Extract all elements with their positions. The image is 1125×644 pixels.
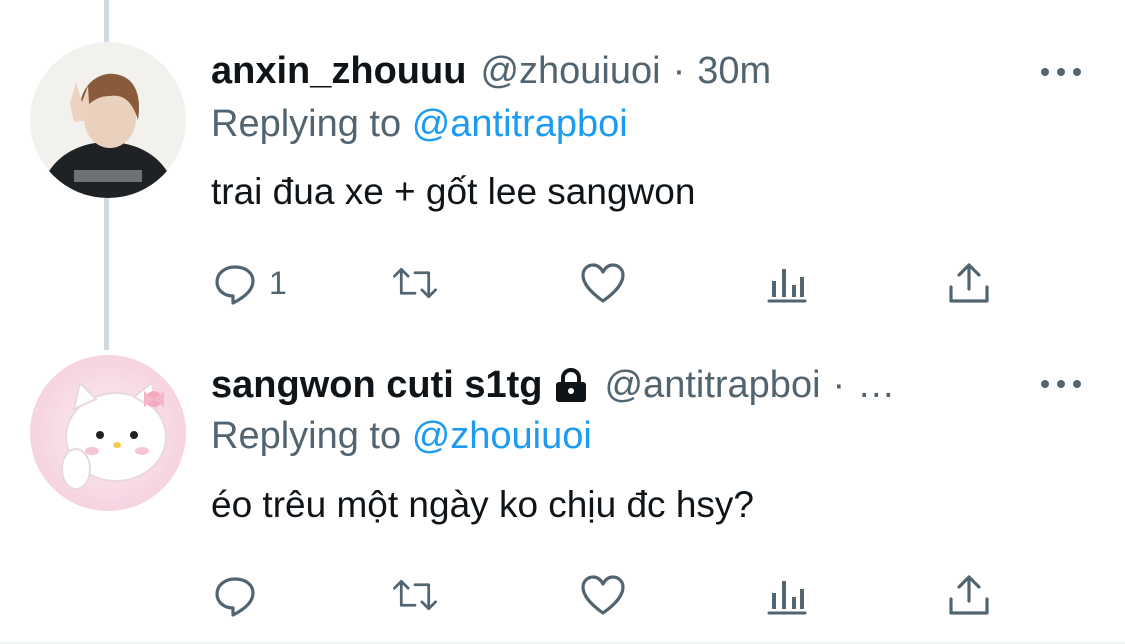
replying-mention[interactable]: @antitrapboi bbox=[412, 103, 628, 145]
analytics-icon bbox=[767, 581, 807, 615]
lock-icon bbox=[552, 367, 590, 405]
tweet-actions bbox=[211, 570, 1011, 620]
tweet-header: sangwon cuti s1tg @antitrapboi · … bbox=[211, 364, 985, 407]
replying-mention[interactable]: @zhouiuoi bbox=[412, 415, 592, 457]
retweet-button[interactable] bbox=[391, 258, 439, 308]
timestamp[interactable]: … bbox=[857, 364, 895, 407]
replying-label: Replying to bbox=[211, 415, 402, 457]
user-handle[interactable]: @antitrapboi bbox=[604, 364, 820, 407]
person-photo-avatar-icon bbox=[30, 42, 186, 198]
more-options-button[interactable] bbox=[1041, 66, 1081, 78]
replying-to-line: Replying to @antitrapboi bbox=[211, 103, 628, 146]
hello-kitty-avatar-icon bbox=[30, 355, 186, 511]
display-name[interactable]: anxin_zhouuu bbox=[211, 50, 466, 93]
replying-label: Replying to bbox=[211, 103, 402, 145]
reply-button[interactable]: 1 bbox=[211, 258, 287, 308]
like-button[interactable] bbox=[579, 570, 627, 620]
tweet-header: anxin_zhouuu @zhouiuoi · 30m bbox=[211, 50, 985, 93]
share-icon bbox=[949, 263, 989, 303]
separator-dot: · bbox=[672, 50, 686, 92]
user-handle[interactable]: @zhouiuoi bbox=[480, 50, 660, 93]
more-dot bbox=[1041, 380, 1049, 388]
more-dot bbox=[1073, 380, 1081, 388]
timestamp[interactable]: 30m bbox=[697, 50, 771, 93]
more-dot bbox=[1041, 68, 1049, 76]
analytics-button[interactable] bbox=[763, 570, 811, 620]
avatar[interactable] bbox=[30, 42, 186, 198]
more-options-button[interactable] bbox=[1041, 378, 1081, 390]
tweet-actions: 1 bbox=[211, 258, 1011, 308]
retweet-button[interactable] bbox=[391, 570, 439, 620]
more-dot bbox=[1073, 68, 1081, 76]
display-name[interactable]: sangwon cuti s1tg bbox=[211, 364, 542, 407]
more-dot bbox=[1057, 380, 1065, 388]
avatar[interactable] bbox=[30, 355, 186, 511]
share-button[interactable] bbox=[945, 258, 993, 308]
analytics-button[interactable] bbox=[763, 258, 811, 308]
retweet-icon bbox=[393, 267, 437, 299]
tweet-text: trai đua xe + gốt lee sangwon bbox=[211, 171, 696, 212]
reply-button[interactable] bbox=[211, 570, 269, 620]
separator-dot: · bbox=[832, 364, 846, 406]
replying-to-line: Replying to @zhouiuoi bbox=[211, 415, 592, 458]
reply-count: 1 bbox=[269, 264, 287, 301]
reply-icon bbox=[215, 577, 255, 617]
analytics-icon bbox=[767, 269, 807, 303]
reply-icon bbox=[215, 265, 255, 305]
share-icon bbox=[949, 575, 989, 615]
more-dot bbox=[1057, 68, 1065, 76]
heart-icon bbox=[581, 575, 625, 615]
tweet-text: éo trêu một ngày ko chịu đc hsy? bbox=[211, 484, 754, 525]
like-button[interactable] bbox=[579, 258, 627, 308]
heart-icon bbox=[581, 263, 625, 303]
retweet-icon bbox=[393, 579, 437, 611]
share-button[interactable] bbox=[945, 570, 993, 620]
